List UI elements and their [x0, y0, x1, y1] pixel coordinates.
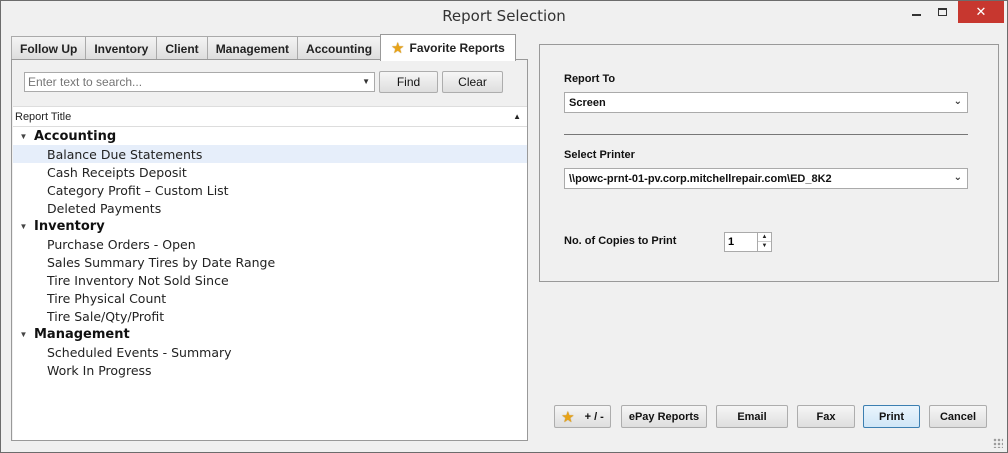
- stepper-down-icon[interactable]: ▼: [758, 242, 771, 251]
- copies-stepper[interactable]: 1 ▲ ▼: [724, 232, 772, 252]
- stepper-up-icon[interactable]: ▲: [758, 233, 771, 242]
- favorites-button-label: + / -: [584, 410, 604, 423]
- dropdown-arrow-icon[interactable]: ▼: [362, 77, 370, 86]
- maximize-button[interactable]: [929, 1, 955, 23]
- chevron-down-icon: ⌄: [953, 96, 962, 107]
- title-bar: Report Selection ✕: [1, 1, 1007, 31]
- find-button[interactable]: Find: [379, 71, 438, 93]
- tab-label: Accounting: [306, 41, 373, 56]
- list-item[interactable]: Tire Physical Count: [13, 289, 527, 307]
- epay-reports-button[interactable]: ePay Reports: [621, 405, 707, 428]
- search-combobox[interactable]: ▼: [24, 72, 375, 92]
- group-inventory[interactable]: ▼ Inventory: [13, 217, 527, 235]
- group-management[interactable]: ▼ Management: [13, 325, 527, 343]
- list-item[interactable]: Work In Progress: [13, 361, 527, 379]
- divider: [564, 134, 968, 135]
- print-button[interactable]: Print: [863, 405, 920, 428]
- copies-label: No. of Copies to Print: [564, 235, 677, 247]
- group-label: Management: [34, 326, 130, 342]
- tab-client[interactable]: Client: [156, 36, 208, 60]
- list-item[interactable]: Tire Inventory Not Sold Since: [13, 271, 527, 289]
- tab-inventory[interactable]: Inventory: [85, 36, 158, 60]
- report-to-select[interactable]: Screen ⌄: [564, 92, 968, 113]
- collapse-icon[interactable]: ▼: [13, 132, 34, 141]
- tab-label: Client: [165, 41, 199, 56]
- collapse-icon[interactable]: ▼: [13, 330, 34, 339]
- list-item[interactable]: Sales Summary Tires by Date Range: [13, 253, 527, 271]
- star-icon: ★: [391, 40, 405, 57]
- chevron-down-icon: ⌄: [953, 172, 962, 183]
- tab-label: Inventory: [94, 41, 149, 56]
- fax-button[interactable]: Fax: [797, 405, 855, 428]
- tab-label: Management: [215, 41, 290, 56]
- minimize-icon: [911, 14, 921, 16]
- report-to-label: Report To: [564, 73, 616, 85]
- tab-accounting[interactable]: Accounting: [297, 36, 382, 60]
- group-label: Inventory: [34, 218, 105, 234]
- maximize-icon: [937, 8, 947, 16]
- printer-value: \\powc-prnt-01-pv.corp.mitchellrepair.co…: [569, 172, 832, 185]
- close-icon: ✕: [975, 4, 987, 19]
- list-item[interactable]: Balance Due Statements: [13, 145, 527, 163]
- report-selection-window: Report Selection ✕ Follow Up Inventory C…: [0, 0, 1008, 453]
- star-icon: ★: [561, 408, 575, 426]
- report-category-tabs: Follow Up Inventory Client Management Ac…: [11, 34, 516, 61]
- list-item[interactable]: Category Profit – Custom List: [13, 181, 527, 199]
- tab-management[interactable]: Management: [206, 36, 299, 60]
- report-list: Report Title ▲ ▼ Accounting Balance Due S…: [13, 106, 527, 440]
- list-item[interactable]: Scheduled Events - Summary: [13, 343, 527, 361]
- add-remove-favorites-button[interactable]: ★ + / -: [554, 405, 611, 428]
- column-header-label: Report Title: [15, 110, 72, 123]
- stepper-buttons: ▲ ▼: [757, 233, 771, 251]
- tab-label: Follow Up: [20, 41, 78, 56]
- search-input[interactable]: [25, 73, 355, 91]
- window-title: Report Selection: [442, 7, 566, 25]
- column-header-report-title[interactable]: Report Title ▲: [13, 107, 527, 127]
- group-accounting[interactable]: ▼ Accounting: [13, 127, 527, 145]
- tab-label: Favorite Reports: [409, 41, 505, 55]
- group-label: Accounting: [34, 128, 117, 144]
- close-button[interactable]: ✕: [958, 1, 1004, 23]
- copies-value[interactable]: 1: [728, 236, 734, 248]
- favorite-reports-panel: ▼ Find Clear Report Title ▲ ▼Accounting …: [11, 59, 528, 441]
- report-to-value: Screen: [569, 96, 606, 109]
- sort-ascending-icon: ▲: [513, 112, 521, 121]
- collapse-icon[interactable]: ▼: [13, 222, 34, 231]
- select-printer-label: Select Printer: [564, 149, 635, 161]
- list-item[interactable]: Purchase Orders - Open: [13, 235, 527, 253]
- list-item[interactable]: Tire Sale/Qty/Profit: [13, 307, 527, 325]
- cancel-button[interactable]: Cancel: [929, 405, 987, 428]
- resize-grip[interactable]: [993, 438, 1003, 448]
- email-button[interactable]: Email: [716, 405, 788, 428]
- tab-favorite-reports[interactable]: ★ Favorite Reports: [380, 34, 516, 61]
- output-settings-panel: Report To Screen ⌄ Select Printer \\powc…: [539, 44, 999, 282]
- clear-button[interactable]: Clear: [442, 71, 503, 93]
- tab-follow-up[interactable]: Follow Up: [11, 36, 87, 60]
- printer-select[interactable]: \\powc-prnt-01-pv.corp.mitchellrepair.co…: [564, 168, 968, 189]
- list-item[interactable]: Deleted Payments: [13, 199, 527, 217]
- list-item[interactable]: Cash Receipts Deposit: [13, 163, 527, 181]
- minimize-button[interactable]: [903, 1, 929, 23]
